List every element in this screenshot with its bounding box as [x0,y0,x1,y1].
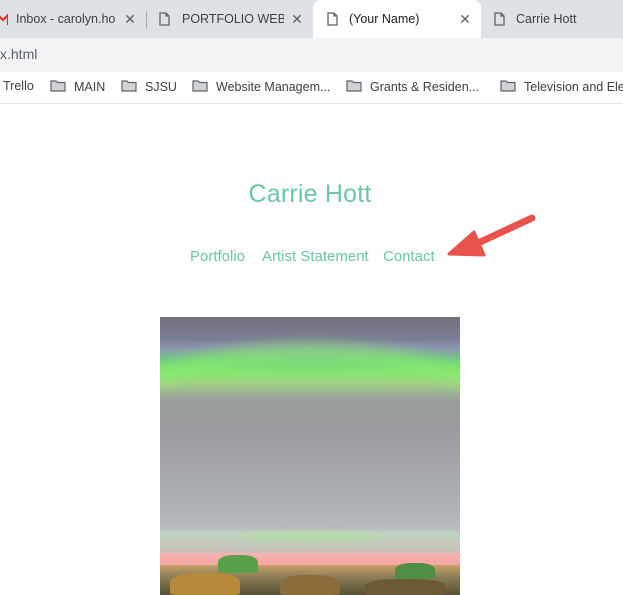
nav-link-portfolio[interactable]: Portfolio [190,248,245,265]
page-icon [494,12,505,29]
bookmark-label: Trello [3,79,34,93]
bookmark-label: SJSU [145,80,177,94]
folder-icon [192,79,208,95]
folder-icon [500,79,516,95]
shrub-shape [395,563,435,579]
close-icon[interactable]: ✕ [456,10,474,28]
tab-portfolio-website[interactable]: PORTFOLIO WEBS ✕ [147,0,312,38]
site-title[interactable]: Carrie Hott [0,180,620,209]
bookmark-trello[interactable]: Trello [3,79,34,93]
bookmark-folder-grants[interactable]: Grants & Residen... [346,79,479,95]
tab-your-name[interactable]: (Your Name) ✕ [313,0,481,38]
shrub-shape [218,555,258,573]
nav-link-artist-statement[interactable]: Artist Statement [262,248,369,265]
page-icon [327,12,338,29]
folder-icon [121,79,137,95]
landscape-painting-image[interactable] [160,317,460,595]
nav-link-contact[interactable]: Contact [383,248,435,265]
tab-title: Inbox - carolyn.ho [16,12,116,26]
page-icon [159,12,170,29]
rock-shape [170,573,240,595]
bookmark-label: Grants & Residen... [370,80,480,94]
bookmark-folder-main[interactable]: MAIN [50,79,105,95]
close-icon[interactable]: ✕ [288,10,306,28]
red-arrow-icon [440,210,540,267]
address-bar[interactable]: x.html [0,38,623,72]
bookmarks-bar: Trello MAIN SJSU Website Managem... Gran… [0,72,623,104]
horizon-glow [240,533,380,541]
browser-tab-strip: Inbox - carolyn.ho ✕ PORTFOLIO WEBS ✕ (Y… [0,0,623,38]
tab-inbox[interactable]: Inbox - carolyn.ho ✕ [0,0,145,38]
folder-icon [50,79,66,95]
rock-shape [280,575,340,595]
bookmark-label: Website Managem... [216,80,331,94]
tab-title: (Your Name) [349,12,420,26]
bookmark-label: Television and Ele [524,80,623,94]
rock-shape [365,579,445,595]
tab-carrie-hott[interactable]: Carrie Hott [482,0,623,38]
sky-halo [160,342,460,514]
gmail-icon [0,12,10,28]
tab-title: PORTFOLIO WEBS [182,12,284,26]
close-icon[interactable]: ✕ [121,10,139,28]
url-text[interactable]: x.html [0,46,37,62]
bookmark-folder-sjsu[interactable]: SJSU [121,79,177,95]
bookmark-folder-website-management[interactable]: Website Managem... [192,79,330,95]
bookmark-folder-television[interactable]: Television and Ele [500,79,623,95]
tab-title: Carrie Hott [516,12,577,26]
folder-icon [346,79,362,95]
bookmark-label: MAIN [74,80,106,94]
